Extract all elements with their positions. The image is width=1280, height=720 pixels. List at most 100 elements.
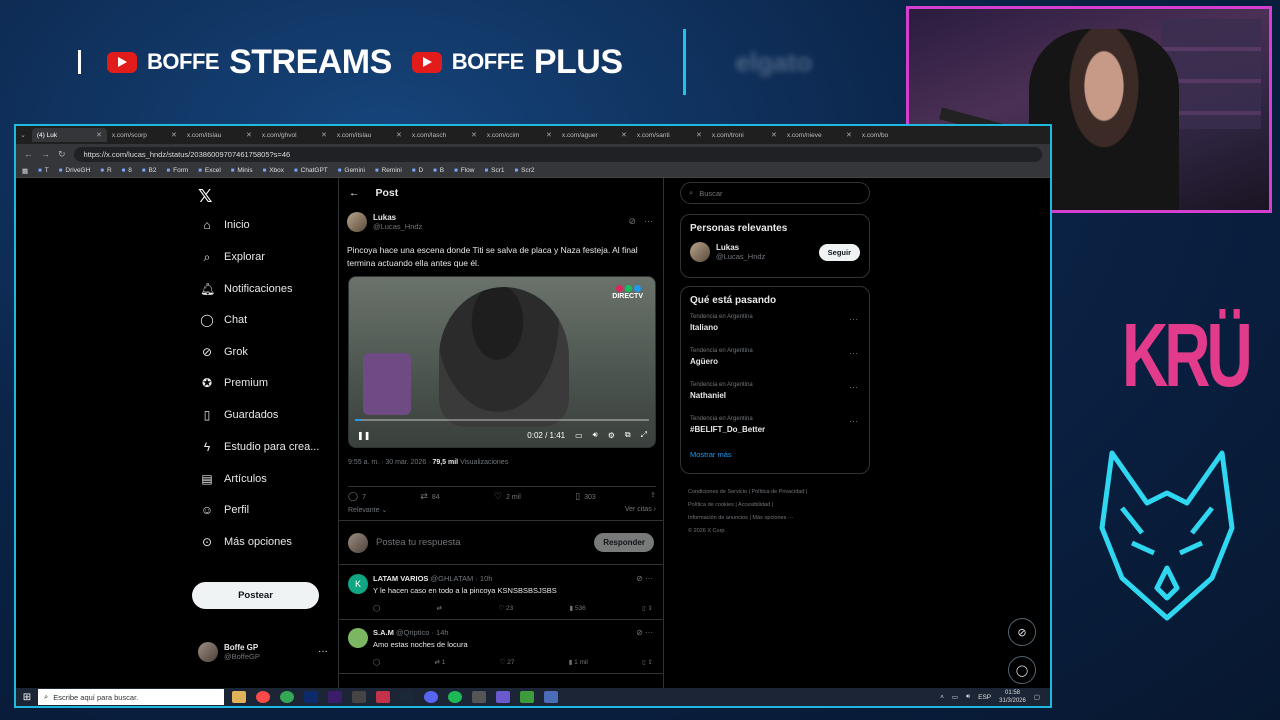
more-dots-icon[interactable]: ··· [644, 216, 653, 227]
grok-icon[interactable]: ⊘ [628, 216, 636, 227]
grok-icon[interactable]: ⊘ [636, 628, 643, 637]
bookmark[interactable]: 8 [122, 167, 132, 174]
pip-icon[interactable]: ⧉ [625, 430, 631, 440]
bookmark[interactable]: R [100, 167, 112, 174]
heart-icon[interactable]: ♡ 23 [498, 604, 513, 612]
reply-action[interactable]: ◯ 7 [348, 491, 366, 502]
views-icon[interactable]: ▮ 1 mil [569, 658, 588, 666]
trend-item[interactable]: Tendencia en Argentina Italiano ··· [690, 314, 860, 348]
trend-item[interactable]: Tendencia en Argentina Agüero ··· [690, 348, 860, 382]
apps-grid-icon[interactable]: ▦ [22, 167, 28, 175]
app-icon[interactable] [544, 691, 558, 703]
back-icon[interactable]: ← [24, 149, 33, 159]
bookmark[interactable]: Form [166, 167, 188, 174]
relevant-person[interactable]: Lukas @Lucas_Hndz Seguir [690, 242, 860, 262]
close-icon[interactable]: ✕ [171, 131, 177, 139]
repost-icon[interactable]: ⇄ [437, 604, 442, 612]
spotify-icon[interactable] [448, 691, 462, 703]
heart-icon[interactable]: ♡ 27 [500, 658, 515, 666]
close-icon[interactable]: ✕ [771, 131, 777, 139]
bookmark[interactable]: ChatGPT [294, 167, 328, 174]
bookmark-action[interactable]: ▯ 303 [575, 491, 596, 502]
bookmark[interactable]: Remini [375, 167, 402, 174]
footer-line[interactable]: Condiciones de Servicio | Política de Pr… [688, 486, 868, 499]
close-icon[interactable]: ✕ [546, 131, 552, 139]
browser-tab[interactable]: x.com/itslau ✕ [182, 128, 257, 142]
close-icon[interactable]: ✕ [246, 131, 252, 139]
follow-button[interactable]: Seguir [818, 243, 860, 261]
like-action[interactable]: ♡ 2 mil [494, 491, 521, 502]
fullscreen-icon[interactable]: ⤢ [641, 430, 647, 440]
reload-icon[interactable]: ↻ [58, 149, 66, 160]
close-icon[interactable]: ✕ [696, 131, 702, 139]
nav-item-notifications[interactable]: 🔔︎ Notificaciones [200, 277, 292, 301]
browser-tab[interactable]: x.com/santi ✕ [632, 128, 707, 142]
show-more-link[interactable]: Mostrar más [690, 450, 860, 459]
bookmark[interactable]: D [412, 167, 423, 174]
reply-input[interactable]: Postea tu respuesta [376, 537, 586, 548]
more-dots-icon[interactable]: ··· [645, 574, 653, 583]
bookmark[interactable]: Xbox [263, 167, 284, 174]
account-switcher[interactable]: Boffe GP @BoffeGP ··· [198, 642, 328, 662]
tweet-author[interactable]: Lukas @Lucas_Hndz [347, 212, 422, 232]
more-dots-icon[interactable]: ··· [849, 416, 858, 426]
more-dots-icon[interactable]: ··· [849, 348, 858, 358]
chat-float-button[interactable]: ◯ [1008, 656, 1036, 684]
bookmark[interactable]: Gemini [338, 167, 365, 174]
browser-tab[interactable]: x.com/nieve ✕ [782, 128, 857, 142]
windows-start-icon[interactable]: ⊞ [16, 692, 38, 703]
browser-tab[interactable]: x.com/troni ✕ [707, 128, 782, 142]
footer-line[interactable]: Información de anuncios | Más opciones ·… [688, 512, 868, 525]
app-icon[interactable] [376, 691, 390, 703]
browser-tab[interactable]: x.com/lasch ✕ [407, 128, 482, 142]
nav-item-chat[interactable]: ◯ Chat [200, 308, 247, 332]
nav-item-grok[interactable]: ⊘ Grok [200, 340, 248, 364]
close-icon[interactable]: ✕ [321, 131, 327, 139]
app-icon[interactable] [520, 691, 534, 703]
share-icon[interactable]: ⇪ [650, 491, 656, 502]
captions-icon[interactable]: ▭ [575, 431, 583, 440]
more-dots-icon[interactable]: ··· [645, 628, 653, 637]
reply-item[interactable]: K LATAM VARIOS @GHLATAM · 10h ⊘ ··· Y le… [339, 566, 663, 620]
grok-icon[interactable]: ⊘ [636, 574, 643, 583]
chevron-up-icon[interactable]: ˄ [940, 694, 944, 701]
bookmark[interactable]: Flow [454, 167, 475, 174]
app-icon[interactable] [352, 691, 366, 703]
video-progress-bar[interactable] [355, 419, 649, 421]
reply-item[interactable]: S.A.M @Qriptico · 14h ⊘ ··· Amo estas no… [339, 620, 663, 674]
bookmark[interactable]: Scr2 [515, 167, 534, 174]
reply-button[interactable]: Responder [594, 533, 654, 552]
browser-tab[interactable]: x.com/ghvol ✕ [257, 128, 332, 142]
trend-item[interactable]: Tendencia en Argentina Nathaniel ··· [690, 382, 860, 416]
nav-item-profile[interactable]: ☺ Perfil [200, 498, 249, 522]
footer-line[interactable]: Política de cookies | Accesibilidad | [688, 499, 868, 512]
close-icon[interactable]: ✕ [846, 131, 852, 139]
pause-icon[interactable]: ❚❚ [357, 431, 370, 440]
browser-tab[interactable]: x.com/aguer ✕ [557, 128, 632, 142]
premiere-icon[interactable] [328, 691, 342, 703]
bookmark[interactable]: T [38, 167, 49, 174]
close-icon[interactable]: ✕ [471, 131, 477, 139]
more-dots-icon[interactable]: ··· [849, 314, 858, 324]
bookmark[interactable]: B [433, 167, 444, 174]
close-icon[interactable]: ✕ [96, 131, 102, 139]
post-button[interactable]: Postear [192, 582, 319, 609]
settings-gear-icon[interactable]: ⚙ [608, 431, 615, 440]
browser-tab[interactable]: (4) Luk ✕ [31, 128, 107, 142]
views-icon[interactable]: ▮ 536 [570, 604, 586, 612]
taskbar-search[interactable]: ⌕ Escribe aquí para buscar. [38, 689, 224, 705]
bookmark-icon[interactable]: ▯ ⇪ [642, 658, 653, 666]
back-arrow-icon[interactable]: ← [349, 187, 360, 199]
steam-icon[interactable] [400, 691, 414, 703]
grok-float-button[interactable]: ⊘ [1008, 618, 1036, 646]
nav-item-more[interactable]: ⊙ Más opciones [200, 530, 292, 554]
nav-item-home[interactable]: ⌂ Inicio [200, 213, 249, 237]
nav-item-premium[interactable]: ✪ Premium [200, 371, 268, 395]
close-icon[interactable]: ✕ [396, 131, 402, 139]
notifications-icon[interactable]: ▢ [1034, 693, 1040, 701]
browser-tab[interactable]: x.com/ccim ✕ [482, 128, 557, 142]
tab-menu-icon[interactable]: ⌄ [20, 131, 26, 139]
repost-action[interactable]: ⇄ 84 [420, 491, 439, 502]
more-dots-icon[interactable]: ··· [849, 382, 858, 392]
close-icon[interactable]: ✕ [621, 131, 627, 139]
